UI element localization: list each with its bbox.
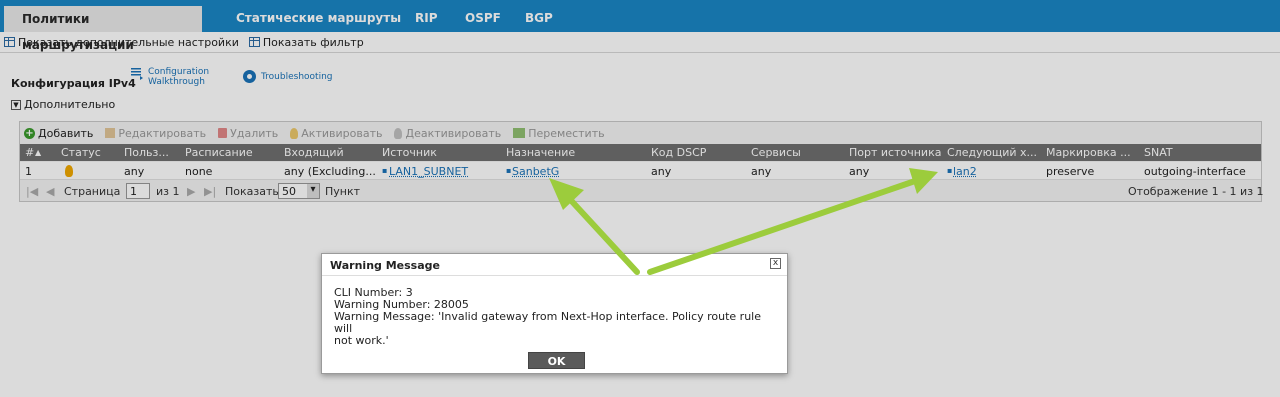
warning-dialog: Warning Message x CLI Number: 3 Warning … xyxy=(321,253,788,374)
dialog-message: CLI Number: 3 Warning Number: 28005 Warn… xyxy=(334,287,774,347)
warning-message-continued: not work.' xyxy=(334,334,389,347)
dialog-title: Warning Message xyxy=(330,259,440,272)
warning-message-line: Warning Message: 'Invalid gateway from N… xyxy=(334,310,762,335)
ok-button[interactable]: OK xyxy=(528,352,585,369)
dialog-titlebar: Warning Message x xyxy=(322,254,787,276)
close-icon[interactable]: x xyxy=(770,258,781,269)
